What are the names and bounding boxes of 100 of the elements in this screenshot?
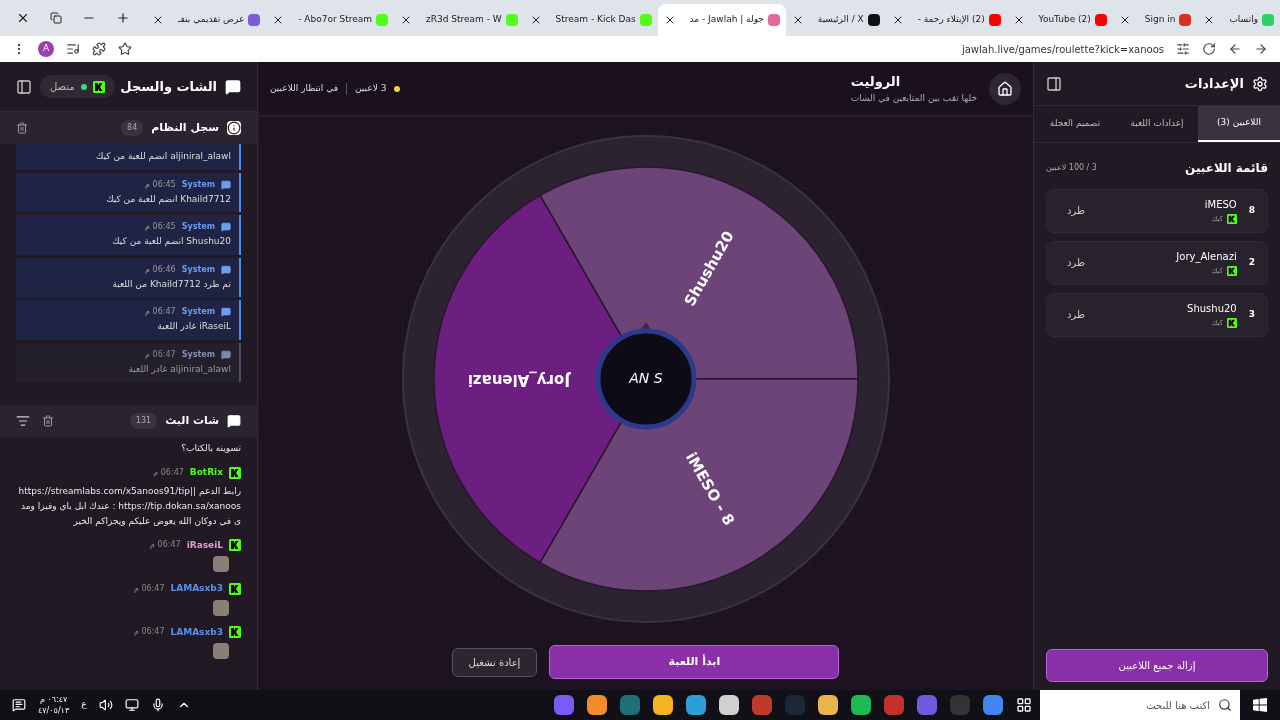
app-icon[interactable] — [719, 695, 739, 715]
chat-icon — [221, 179, 231, 190]
logo-icon — [1226, 214, 1237, 224]
reload-icon[interactable] — [1202, 42, 1216, 56]
list-title: قائمة اللاعبين — [1185, 159, 1268, 177]
browser-tab[interactable]: عرض تقديمي بنفـ — [146, 4, 267, 36]
profile-avatar[interactable]: A — [38, 41, 54, 57]
log-time: 06:47 م — [145, 348, 176, 361]
app-icon[interactable] — [587, 695, 607, 715]
taskbar-search[interactable]: اكتب هنا للبحث — [1040, 690, 1240, 720]
tab-title: X / الرئيسية — [816, 13, 864, 27]
tab-title: Stream - Kick Das — [554, 13, 636, 27]
close-icon[interactable] — [400, 14, 412, 26]
kick-player-button[interactable]: طرد — [1059, 255, 1093, 270]
chat-username[interactable]: LAMAsxb3 — [170, 625, 223, 639]
trash-icon[interactable] — [42, 415, 54, 427]
kick-player-button[interactable]: طرد — [1059, 307, 1093, 322]
network-icon[interactable] — [124, 698, 139, 712]
browser-tab[interactable]: Sign in — [1112, 4, 1198, 36]
collapse-panel-icon[interactable] — [1046, 75, 1062, 92]
app-icon[interactable] — [983, 695, 1003, 715]
extension-icon[interactable] — [92, 42, 106, 56]
chat-username[interactable]: BotRix — [189, 466, 223, 480]
wheel-hub[interactable] — [595, 328, 696, 430]
tab-title: جولة | Jawlah - مد — [688, 13, 764, 27]
task-view-icon[interactable] — [1016, 697, 1032, 713]
browser-tab[interactable]: واتساب — [1197, 4, 1280, 36]
settings-tab[interactable]: إعدادات اللعبة — [1116, 106, 1198, 142]
bookmark-star-icon[interactable] — [118, 42, 132, 56]
log-author: System — [181, 221, 215, 233]
chat-icon — [221, 222, 231, 232]
chat-icon — [221, 307, 231, 317]
chat-time: 06:47 م — [133, 626, 165, 639]
search-icon — [1218, 698, 1232, 712]
log-time: 06:45 م — [145, 221, 176, 233]
chat-icon — [225, 78, 241, 95]
log-text: Shushu20 انضم للعبة من كيك — [111, 235, 231, 249]
clock-date[interactable]: ٤٧/٠٥/١٣ — [38, 705, 70, 716]
language-indicator[interactable]: ع — [81, 698, 87, 712]
collapse-panel-icon[interactable] — [16, 78, 32, 95]
chat-time: 06:47 م — [150, 539, 181, 552]
tab-title: (2) الإبتلاء رحمة - — [916, 13, 985, 27]
site-settings-icon[interactable] — [1176, 42, 1190, 56]
app-icon[interactable] — [653, 695, 673, 715]
chat-username[interactable]: iRaseiL — [186, 538, 223, 552]
media-icon[interactable] — [66, 42, 80, 56]
tab-title: عرض تقديمي بنفـ — [176, 13, 245, 27]
app-icon[interactable] — [818, 695, 838, 715]
settings-tab[interactable]: تصميم العجلة — [1034, 106, 1116, 142]
new-tab-icon[interactable] — [116, 11, 130, 25]
notification-icon[interactable] — [12, 698, 26, 712]
log-text: aljiniral_alawl انضم للعبة من كيك — [95, 150, 231, 164]
windows-logo-icon — [1253, 698, 1267, 712]
status-text: متصل — [50, 80, 75, 94]
kick-player-button[interactable]: طرد — [1059, 203, 1093, 218]
list-count: 3 / 100 لاعبين — [1046, 161, 1097, 174]
settings-icon — [1252, 75, 1268, 92]
browser-tab[interactable]: Abo7or Stream - — [266, 4, 394, 36]
hub-logo: AN S — [628, 370, 663, 386]
log-text: aljiniral_alawl غادر اللعبة — [127, 362, 231, 376]
restart-button[interactable]: إعادة تشغيل — [451, 647, 538, 677]
search-placeholder: اكتب هنا للبحث — [1146, 698, 1210, 713]
microphone-icon[interactable] — [150, 698, 165, 712]
browser-tab[interactable]: X / الرئيسية — [785, 4, 886, 36]
home-button[interactable] — [989, 72, 1021, 105]
chat-username[interactable]: LAMAsxb3 — [170, 582, 223, 596]
tab-title: zR3d Stream - W — [424, 13, 502, 27]
player-name: Shushu20 — [1187, 301, 1237, 316]
log-text: Khaild7712 انضم للعبة من كيك — [105, 192, 231, 206]
panel-title: الشات والسجل — [120, 77, 217, 96]
info-icon — [227, 121, 241, 135]
log-author: System — [181, 306, 215, 318]
speaker-icon[interactable] — [98, 698, 113, 712]
app-icon[interactable] — [851, 695, 871, 715]
trash-icon[interactable] — [16, 122, 28, 134]
browser-tab[interactable]: (2) الإبتلاء رحمة - — [885, 4, 1007, 36]
restore-icon[interactable] — [50, 12, 62, 24]
filter-icon[interactable] — [16, 414, 30, 428]
start-button[interactable]: ابدأ اللعبة — [549, 644, 840, 680]
logo-icon — [229, 582, 241, 595]
close-icon[interactable] — [152, 14, 164, 26]
close-icon[interactable] — [16, 11, 30, 25]
browser-tab[interactable]: Stream - Kick Das — [523, 4, 658, 36]
home-icon — [997, 80, 1013, 97]
players-count: 3 لاعبين — [355, 81, 387, 95]
settings-tab[interactable]: اللاعبين (3) — [1198, 106, 1280, 142]
logo-icon — [229, 539, 241, 552]
remove-all-button[interactable]: إزالة جميع اللاعبين — [1046, 649, 1268, 682]
section-title: سجل النظام — [151, 119, 219, 136]
log-time: 06:45 م — [145, 178, 176, 191]
chat-icon — [221, 264, 231, 275]
section-title: شات البث — [165, 412, 219, 429]
browser-tab[interactable]: zR3d Stream - W — [394, 4, 524, 36]
app-icon[interactable] — [686, 695, 706, 715]
chat-icon — [221, 349, 231, 360]
clock-time[interactable]: ٠٦:٤٧ م — [39, 694, 68, 705]
browser-tab[interactable]: جولة | Jawlah - مد — [657, 4, 786, 36]
log-text: تم طرد Khaild7712 من اللعبة — [111, 277, 231, 291]
url-text[interactable]: jawlah.live/games/roulette?kick=xanoos — [961, 41, 1164, 57]
browser-tab[interactable]: (2) YouTube — [1006, 4, 1113, 36]
